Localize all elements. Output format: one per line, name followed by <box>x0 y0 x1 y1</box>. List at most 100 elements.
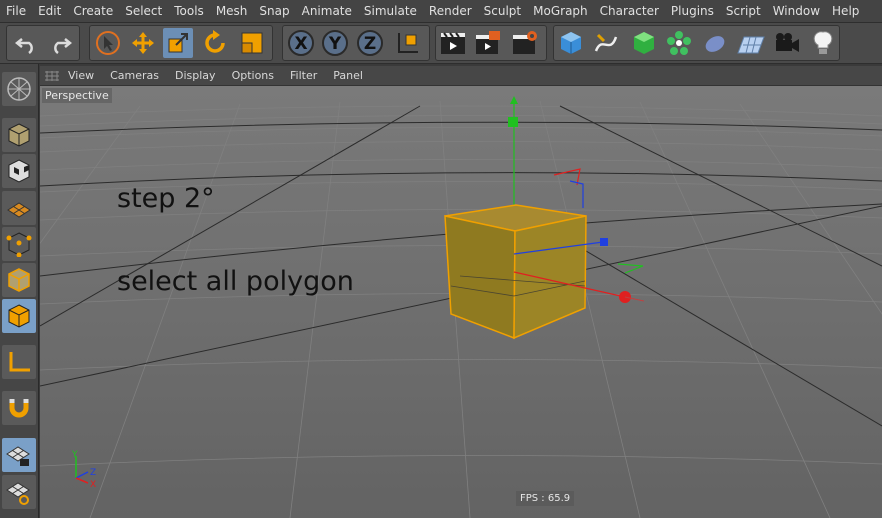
render-view-icon <box>441 32 465 54</box>
menu-edit[interactable]: Edit <box>32 4 67 18</box>
viewport-label: Perspective <box>42 88 112 103</box>
viewport-menu-options[interactable]: Options <box>224 69 282 82</box>
perspective-viewport[interactable]: Perspective step 2° select all polygon Y… <box>40 86 882 518</box>
svg-text:X: X <box>90 480 96 488</box>
z-axis-icon: Z <box>357 30 383 56</box>
redo-button[interactable] <box>45 28 75 58</box>
z-axis-button[interactable]: Z <box>355 28 385 58</box>
light-button[interactable] <box>808 28 838 58</box>
render-view-button[interactable] <box>438 28 468 58</box>
deformer-icon <box>705 36 725 52</box>
overlay-select-text: select all polygon <box>117 266 354 297</box>
render-settings-icon <box>513 31 537 54</box>
overlay-step-text: step 2° <box>117 183 215 214</box>
pen-button[interactable] <box>591 28 621 58</box>
camera-button[interactable] <box>772 28 802 58</box>
picture-viewer-button[interactable] <box>473 28 503 58</box>
svg-text:Z: Z <box>364 34 376 54</box>
viewport-scene <box>40 86 882 518</box>
move-button[interactable] <box>128 28 158 58</box>
texture-mode-icon <box>8 159 30 183</box>
texture-mode-button[interactable] <box>2 154 36 188</box>
viewport-menu-display[interactable]: Display <box>167 69 224 82</box>
menu-simulate[interactable]: Simulate <box>358 4 423 18</box>
menu-create[interactable]: Create <box>67 4 119 18</box>
viewport-menu-cameras[interactable]: Cameras <box>102 69 167 82</box>
edges-mode-icon <box>8 268 30 292</box>
points-mode-icon <box>6 232 32 257</box>
svg-text:X: X <box>294 34 307 54</box>
nurbs-button[interactable] <box>629 28 659 58</box>
viewport-menu-view[interactable]: View <box>60 69 102 82</box>
y-axis-button[interactable]: Y <box>320 28 350 58</box>
menu-file[interactable]: File <box>0 4 32 18</box>
snap-button[interactable] <box>2 391 36 425</box>
live-selection-button[interactable] <box>93 28 123 58</box>
polygons-mode-icon <box>8 304 30 328</box>
x-axis-icon: X <box>288 30 314 56</box>
menu-animate[interactable]: Animate <box>296 4 358 18</box>
workplane-snap-button[interactable] <box>2 475 36 509</box>
workplane-button[interactable] <box>2 191 36 225</box>
menu-mograph[interactable]: MoGraph <box>527 4 594 18</box>
viewport-menu-panel[interactable]: Panel <box>325 69 371 82</box>
menu-character[interactable]: Character <box>594 4 665 18</box>
menu-select[interactable]: Select <box>119 4 168 18</box>
last-tool-icon <box>241 32 263 54</box>
camera-icon <box>776 33 799 52</box>
menu-help[interactable]: Help <box>826 4 865 18</box>
fps-counter: FPS : 65.9 <box>516 491 575 506</box>
scale-icon <box>168 33 188 53</box>
floor-button[interactable] <box>736 28 766 58</box>
last-tool-button[interactable] <box>237 28 267 58</box>
points-mode-button[interactable] <box>2 227 36 261</box>
x-axis-button[interactable]: X <box>286 28 316 58</box>
main-toolbar: X Y Z <box>0 23 882 64</box>
array-icon <box>667 31 691 55</box>
menu-script[interactable]: Script <box>720 4 767 18</box>
polygons-mode-button[interactable] <box>2 299 36 333</box>
menu-tools[interactable]: Tools <box>168 4 210 18</box>
move-icon <box>132 32 154 54</box>
menu-window[interactable]: Window <box>767 4 826 18</box>
cube-primitive-icon <box>561 32 581 54</box>
deformer-button[interactable] <box>700 28 730 58</box>
menu-snap[interactable]: Snap <box>253 4 295 18</box>
svg-text:Y: Y <box>328 34 342 54</box>
menu-bar: File Edit Create Select Tools Mesh Snap … <box>0 0 882 23</box>
array-button[interactable] <box>664 28 694 58</box>
undo-button[interactable] <box>12 28 42 58</box>
menu-plugins[interactable]: Plugins <box>665 4 720 18</box>
menu-mesh[interactable]: Mesh <box>210 4 254 18</box>
grip-icon <box>45 70 59 81</box>
rotate-button[interactable] <box>200 28 230 58</box>
rotate-icon <box>205 30 225 53</box>
lock-workplane-icon <box>6 446 30 466</box>
edges-mode-button[interactable] <box>2 263 36 297</box>
lock-workplane-button[interactable] <box>2 438 36 472</box>
render-settings-button[interactable] <box>510 28 540 58</box>
workplane-snap-icon <box>6 482 30 505</box>
floor-icon <box>737 36 765 54</box>
axis-mode-icon <box>9 352 30 372</box>
viewport-menu-filter[interactable]: Filter <box>282 69 325 82</box>
coordinate-system-button[interactable] <box>393 28 423 58</box>
cube-button[interactable] <box>556 28 586 58</box>
world-axis-gizmo-icon: Y Z X <box>71 450 96 488</box>
undo-icon <box>14 38 33 55</box>
mode-sidebar <box>0 64 39 518</box>
scale-button[interactable] <box>163 28 193 58</box>
menu-render[interactable]: Render <box>423 4 478 18</box>
model-mode-icon <box>8 123 30 147</box>
svg-text:Z: Z <box>90 468 96 478</box>
menu-sculpt[interactable]: Sculpt <box>478 4 527 18</box>
viewport-menu-bar: View Cameras Display Options Filter Pane… <box>40 66 882 86</box>
axis-mode-button[interactable] <box>2 345 36 379</box>
make-editable-button[interactable] <box>2 72 36 106</box>
model-mode-button[interactable] <box>2 118 36 152</box>
svg-text:Y: Y <box>71 450 78 460</box>
pen-spline-icon <box>594 33 618 52</box>
coordinate-system-icon <box>398 33 418 53</box>
render-picture-viewer-icon <box>476 31 500 54</box>
workplane-icon <box>7 202 31 218</box>
